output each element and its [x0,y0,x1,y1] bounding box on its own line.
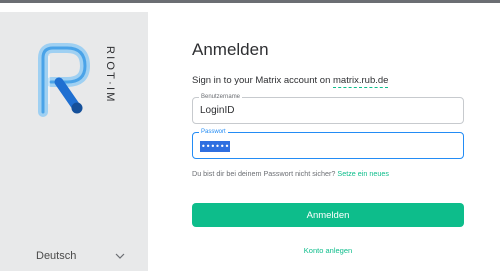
username-field[interactable]: Benutzername LoginID [192,93,464,124]
username-value: LoginID [200,105,235,116]
password-field[interactable]: Passwort •••••• [192,128,464,159]
password-value: •••••• [200,141,231,152]
language-selector[interactable]: Deutsch [36,247,126,265]
language-label: Deutsch [36,250,77,262]
forgot-password-hint: Du bist dir bei deinem Passwort nicht si… [192,169,389,178]
sign-in-subtitle: Sign in to your Matrix account on matrix… [192,75,389,88]
subtitle-text: Sign in to your Matrix account on [192,75,331,86]
page-title: Anmelden [192,40,269,59]
reset-password-link[interactable]: Setze ein neues [337,169,389,178]
password-label: Passwort [199,128,228,136]
riot-brand-name: RIOT·IM [100,44,124,124]
window-top-bar [0,0,500,12]
username-label: Benutzername [199,93,243,101]
forgot-password-text: Du bist dir bei deinem Passwort nicht si… [192,169,336,178]
brand-sidebar: RIOT·IM Deutsch [0,12,148,271]
create-account-link[interactable]: Konto anlegen [192,246,464,255]
login-button[interactable]: Anmelden [192,203,464,227]
riot-logo-icon [33,42,93,118]
login-panel: Anmelden Sign in to your Matrix account … [148,12,500,271]
chevron-down-icon [114,250,126,262]
server-link[interactable]: matrix.rub.de [333,75,389,88]
login-page: RIOT·IM Deutsch Anmelden Sign in to your… [0,0,500,271]
brand-name-text: RIOT·IM [104,46,116,104]
